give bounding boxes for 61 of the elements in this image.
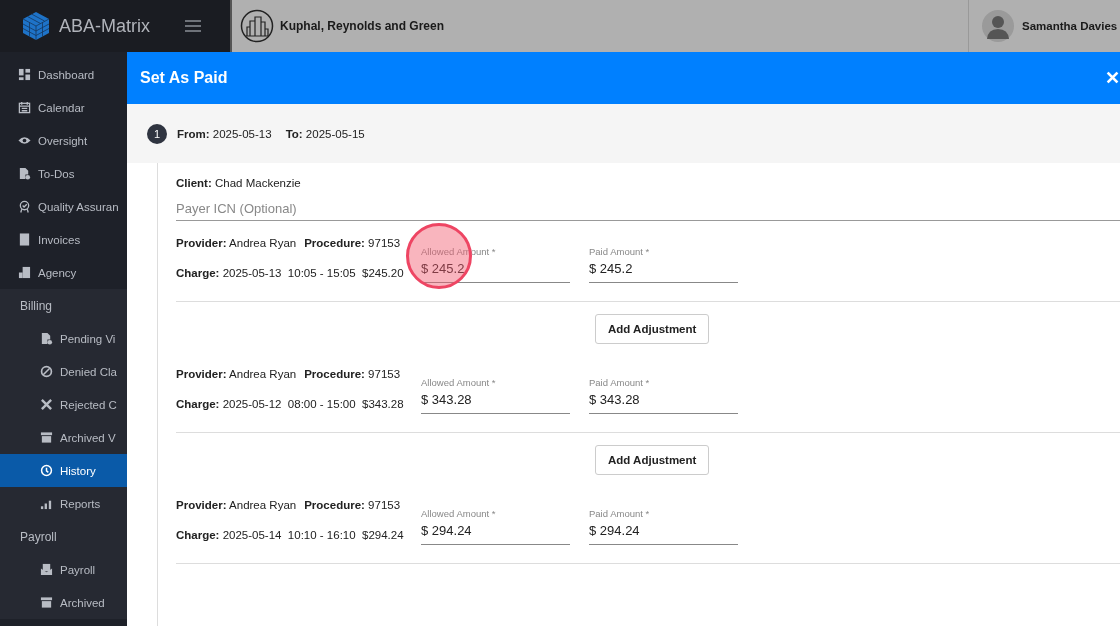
document-icon xyxy=(18,167,31,180)
sidebar-item[interactable]: Dashboard xyxy=(0,58,127,91)
step-number: 1 xyxy=(147,123,167,144)
building-icon xyxy=(18,266,31,279)
paid-amount-field[interactable]: Paid Amount * $ 343.28 xyxy=(589,362,738,414)
procedure-text: Procedure: 97153 xyxy=(304,499,401,511)
add-adjustment-button[interactable]: Add Adjustment xyxy=(595,314,710,344)
history-icon xyxy=(40,464,53,477)
sidebar-item[interactable]: Oversight xyxy=(0,124,127,157)
sidebar-section: Payroll xyxy=(0,520,127,553)
add-adjustment-button[interactable]: Add Adjustment xyxy=(595,445,710,475)
ban-icon xyxy=(40,365,53,378)
provider-text: Provider: Andrea Ryan xyxy=(176,499,297,511)
sidebar-item[interactable]: History xyxy=(0,454,127,487)
invoice-icon xyxy=(18,233,31,246)
sidebar-item[interactable]: To-Dos xyxy=(0,157,127,190)
avatar-icon xyxy=(982,10,1014,42)
archive-icon xyxy=(40,431,53,444)
sidebar-item[interactable]: Quality Assuran xyxy=(0,190,127,223)
sidebar-item[interactable]: Archived xyxy=(0,586,127,619)
sidebar-item[interactable]: Archived V xyxy=(0,421,127,454)
payer-icn-field[interactable]: Payer ICN (Optional) xyxy=(176,189,1120,221)
sidebar-item[interactable]: Rejected C xyxy=(0,388,127,421)
charge-text: Charge: 2025-05-12 08:00 - 15:00 $343.28 xyxy=(176,398,405,410)
paid-amount-field[interactable]: Paid Amount * $ 294.24 xyxy=(589,493,738,545)
procedure-text: Procedure: 97153 xyxy=(304,368,401,380)
calendar-icon xyxy=(18,101,31,114)
x-icon xyxy=(40,398,53,411)
to-date: To: 2025-05-15 xyxy=(285,127,365,140)
sidebar-item[interactable]: Reports xyxy=(0,487,127,520)
provider-text: Provider: Andrea Ryan xyxy=(176,368,297,380)
cube-logo-icon xyxy=(21,11,51,41)
sidebar-section: Billing xyxy=(0,289,127,322)
sidebar-item[interactable]: Payroll xyxy=(0,553,127,586)
menu-icon[interactable] xyxy=(185,20,201,32)
user-name: Samantha Davies xyxy=(1022,20,1118,32)
sidebar-item[interactable]: Agency xyxy=(0,256,127,289)
brand-name: ABA-Matrix xyxy=(59,15,150,37)
sidebar-item[interactable]: Pending Vi xyxy=(0,322,127,355)
eye-icon xyxy=(18,134,31,147)
dialog-title: Set As Paid xyxy=(140,69,228,87)
badge-icon xyxy=(18,200,31,213)
document-icon xyxy=(40,332,53,345)
provider-text: Provider: Andrea Ryan xyxy=(176,237,297,249)
charge-text: Charge: 2025-05-14 10:10 - 16:10 $294.24 xyxy=(176,529,405,541)
charge-text: Charge: 2025-05-13 10:05 - 15:05 $245.20 xyxy=(176,267,405,279)
archive-icon xyxy=(40,596,53,609)
paid-amount-field[interactable]: Paid Amount * $ 245.2 xyxy=(589,231,738,283)
close-button[interactable]: ✕ xyxy=(1100,67,1120,89)
building-icon xyxy=(240,9,274,43)
sidebar-item[interactable]: Denied Cla xyxy=(0,355,127,388)
dashboard-icon xyxy=(18,68,31,81)
allowed-amount-field[interactable]: Allowed Amount * $ 294.24 xyxy=(421,493,570,545)
client-name: Client: Chad Mackenzie xyxy=(176,177,302,189)
allowed-amount-field[interactable]: Allowed Amount * $ 343.28 xyxy=(421,362,570,414)
from-date: From: 2025-05-13 xyxy=(177,127,272,140)
money-icon xyxy=(40,563,53,576)
sidebar-item[interactable]: Calendar xyxy=(0,91,127,124)
procedure-text: Procedure: 97153 xyxy=(304,237,401,249)
sidebar-item[interactable]: Invoices xyxy=(0,223,127,256)
company-name: Kuphal, Reynolds and Green xyxy=(280,19,445,33)
